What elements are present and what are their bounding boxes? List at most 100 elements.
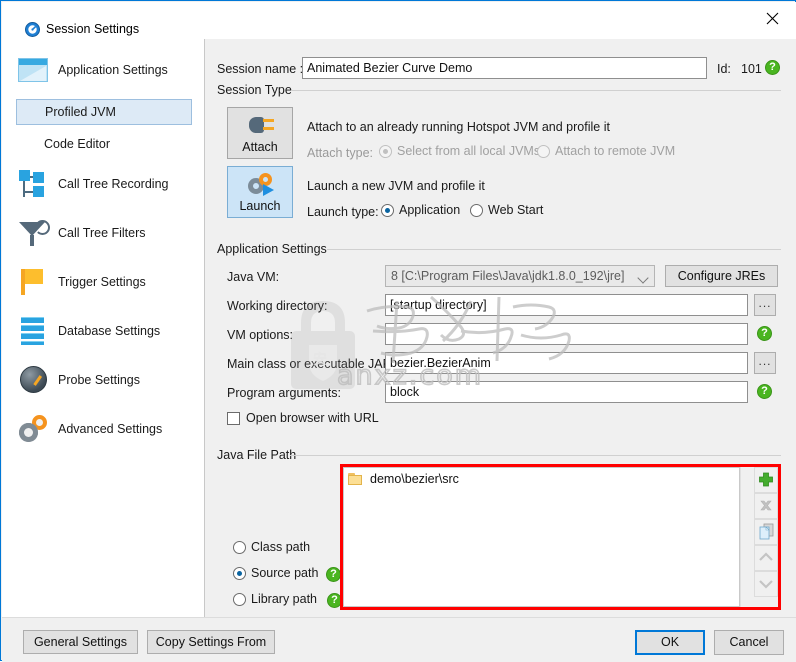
gauge-icon: [16, 364, 50, 396]
working-directory-input[interactable]: [385, 294, 748, 316]
working-directory-browse-button[interactable]: ...: [754, 294, 776, 316]
profiler-circle-icon: [25, 22, 40, 37]
sidebar-item-code-editor[interactable]: Code Editor: [16, 131, 192, 157]
close-icon[interactable]: [750, 2, 796, 33]
radio-class-path[interactable]: Class path: [233, 540, 310, 554]
vm-options-input[interactable]: [385, 323, 748, 345]
sidebar-item-label: Application Settings: [58, 63, 168, 77]
gears-icon: [16, 413, 50, 445]
radio-label: Attach to remote JVM: [555, 144, 676, 158]
sidebar-item-label: Advanced Settings: [58, 422, 163, 436]
radio-indicator: [537, 144, 550, 158]
attach-type-label: Attach type:: [307, 146, 374, 160]
move-up-button: [754, 545, 778, 571]
database-icon: [16, 315, 50, 347]
radio-source-path[interactable]: Source path: [233, 566, 318, 580]
vm-options-label: VM options:: [227, 328, 294, 342]
radio-select-local-jvms[interactable]: Select from all local JVMs: [379, 144, 540, 158]
list-vertical-scrollbar[interactable]: [740, 467, 755, 607]
attach-mode-button[interactable]: Attach: [227, 107, 293, 159]
radio-attach-remote-jvm[interactable]: Attach to remote JVM: [537, 144, 675, 158]
radio-application[interactable]: Application: [381, 203, 460, 217]
launch-button-label: Launch: [239, 199, 281, 213]
attach-description: Attach to an already running Hotspot JVM…: [307, 120, 610, 134]
program-arguments-label: Program arguments:: [227, 386, 341, 400]
group-divider: [291, 90, 781, 91]
flag-icon: [16, 266, 50, 298]
main-class-input[interactable]: [385, 352, 748, 374]
session-name-input[interactable]: [302, 57, 707, 79]
configure-jres-button[interactable]: Configure JREs: [665, 265, 778, 287]
radio-label: Library path: [251, 592, 318, 606]
sidebar-item-advanced-settings[interactable]: Advanced Settings: [16, 410, 192, 448]
sidebar-item-label: Probe Settings: [58, 373, 140, 387]
settings-content: Session name : Id: 101 ? Session Type At…: [205, 39, 796, 617]
java-file-path-list[interactable]: demo\bezier\src: [343, 467, 740, 607]
sidebar-item-trigger-settings[interactable]: Trigger Settings: [16, 263, 192, 301]
title-bar: Session Settings: [2, 2, 796, 39]
folder-icon: [348, 473, 362, 485]
sidebar-item-label: Call Tree Filters: [58, 226, 146, 240]
copy-settings-label: Copy Settings From: [155, 635, 267, 649]
dialog-footer: General Settings Copy Settings From OK C…: [2, 617, 796, 662]
sidebar-item-call-tree-filters[interactable]: Call Tree Filters: [16, 214, 192, 252]
browse-label: ...: [758, 296, 772, 310]
radio-label: Source path: [251, 566, 319, 580]
help-icon[interactable]: ?: [757, 326, 772, 341]
radio-label: Select from all local JVMs: [397, 144, 541, 158]
main-class-label: Main class or executable JAR:: [227, 357, 396, 371]
launch-description: Launch a new JVM and profile it: [307, 179, 485, 193]
ok-label: OK: [660, 635, 680, 649]
session-id-value: 101: [741, 62, 762, 76]
sidebar-item-label: Profiled JVM: [45, 105, 116, 119]
copy-settings-from-button[interactable]: Copy Settings From: [147, 630, 275, 654]
working-directory-label: Working directory:: [227, 299, 328, 313]
radio-web-start[interactable]: Web Start: [470, 203, 543, 217]
radio-label: Web Start: [488, 203, 544, 217]
window-title: Session Settings: [46, 22, 140, 36]
cancel-label: Cancel: [729, 635, 769, 649]
copy-path-button[interactable]: [754, 519, 778, 545]
settings-sidebar: Application Settings Profiled JVM Code E…: [2, 39, 205, 617]
general-settings-button[interactable]: General Settings: [23, 630, 138, 654]
open-browser-checkbox[interactable]: Open browser with URL: [227, 411, 379, 425]
group-divider: [290, 455, 781, 456]
session-settings-dialog: Session Settings Application Settings Pr…: [0, 0, 796, 662]
radio-indicator: [470, 203, 483, 217]
radio-indicator: [233, 540, 246, 554]
attach-button-label: Attach: [242, 140, 278, 154]
cancel-button[interactable]: Cancel: [714, 630, 784, 655]
sidebar-item-label: Database Settings: [58, 324, 161, 338]
program-arguments-input[interactable]: [385, 381, 748, 403]
open-browser-label: Open browser with URL: [246, 411, 379, 425]
general-settings-label: General Settings: [33, 635, 128, 649]
sidebar-item-application-settings[interactable]: Application Settings: [16, 51, 192, 89]
main-class-browse-button[interactable]: ...: [754, 352, 776, 374]
java-vm-combobox[interactable]: 8 [C:\Program Files\Java\jdk1.8.0_192\jr…: [385, 265, 655, 287]
radio-indicator: [381, 203, 394, 217]
session-id-label: Id:: [717, 62, 731, 76]
sidebar-item-probe-settings[interactable]: Probe Settings: [16, 361, 192, 399]
radio-label: Class path: [251, 540, 311, 554]
funnel-icon: [16, 217, 50, 249]
radio-label: Application: [399, 203, 461, 217]
help-icon[interactable]: ?: [765, 60, 780, 75]
ok-button[interactable]: OK: [635, 630, 705, 655]
help-icon[interactable]: ?: [757, 384, 772, 399]
radio-indicator: [233, 566, 246, 580]
sidebar-item-call-tree-recording[interactable]: Call Tree Recording: [16, 165, 192, 203]
sidebar-item-label: Code Editor: [44, 137, 111, 151]
list-item[interactable]: demo\bezier\src: [348, 472, 459, 486]
launch-type-label: Launch type:: [307, 205, 379, 219]
java-vm-label: Java VM:: [227, 270, 280, 284]
application-window-icon: [16, 54, 50, 86]
sidebar-item-profiled-jvm[interactable]: Profiled JVM: [16, 99, 192, 125]
sidebar-item-database-settings[interactable]: Database Settings: [16, 312, 192, 350]
radio-library-path[interactable]: Library path: [233, 592, 317, 606]
java-vm-value: 8 [C:\Program Files\Java\jdk1.8.0_192\jr…: [391, 269, 625, 283]
help-icon[interactable]: ?: [326, 567, 341, 582]
add-path-button[interactable]: [754, 467, 778, 493]
list-item-label: demo\bezier\src: [370, 472, 459, 486]
launch-mode-button[interactable]: Launch: [227, 166, 293, 218]
configure-jres-label: Configure JREs: [677, 269, 766, 283]
